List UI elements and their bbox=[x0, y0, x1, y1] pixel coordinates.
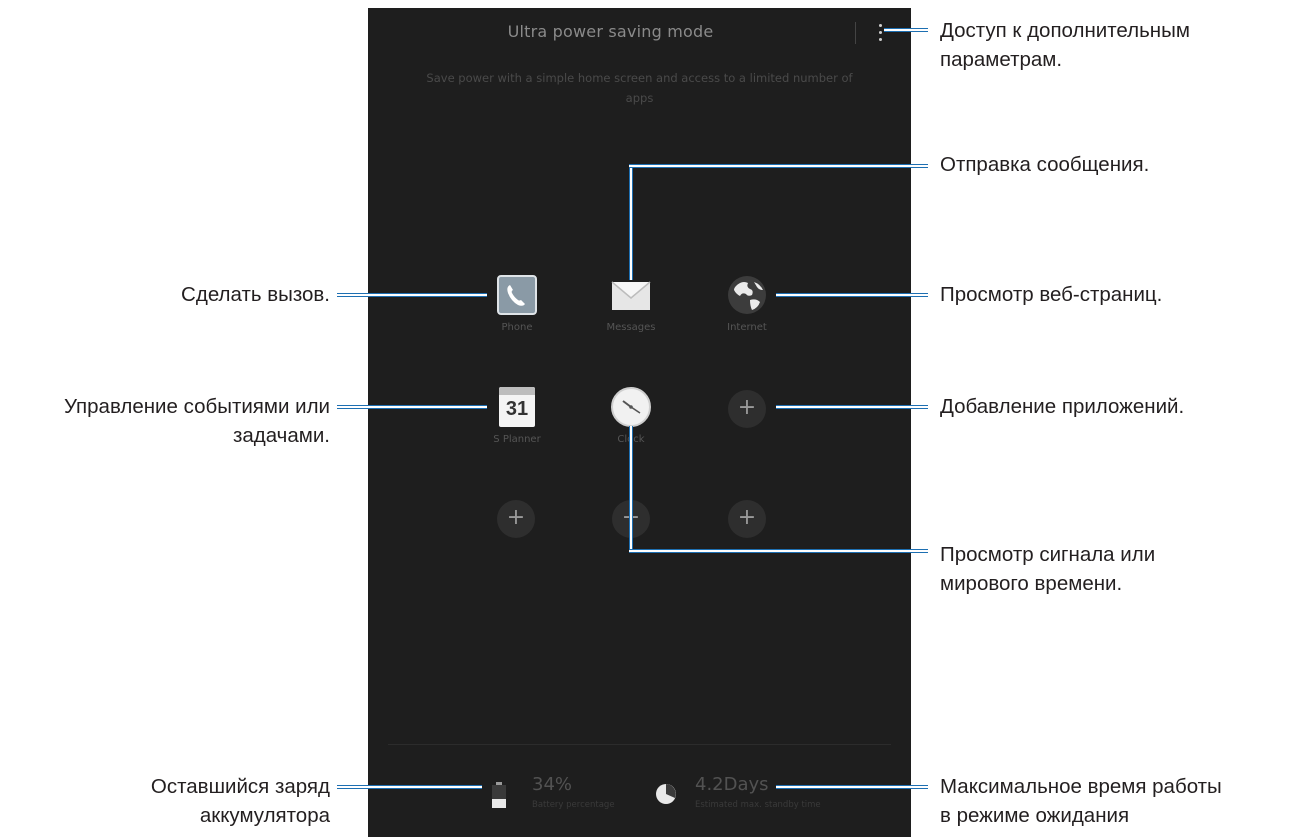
callout-make-call: Сделать вызов. bbox=[181, 283, 330, 306]
standby-pie-icon bbox=[655, 783, 677, 809]
leader-battery bbox=[337, 785, 482, 789]
callout-battery-left: Оставшийся заряд аккумулятора bbox=[0, 772, 330, 830]
callout-add-apps: Добавление приложений. bbox=[940, 395, 1185, 418]
callout-line: параметрам. bbox=[940, 48, 1063, 71]
clock-icon bbox=[610, 386, 652, 428]
app-internet[interactable]: Internet bbox=[692, 274, 802, 333]
add-app-button[interactable]: + bbox=[728, 390, 766, 428]
app-label-phone: Phone bbox=[501, 322, 533, 333]
callout-line: аккумулятора bbox=[199, 804, 330, 827]
callout-more-options: Доступ к дополнительным параметрам. bbox=[940, 16, 1190, 74]
app-label-internet: Internet bbox=[727, 322, 767, 333]
callout-manage-events: Управление событиями или задачами. bbox=[0, 392, 330, 450]
callout-line: задачами. bbox=[232, 424, 330, 447]
app-messages[interactable]: Messages bbox=[576, 274, 686, 333]
add-app-button[interactable]: + bbox=[497, 500, 535, 538]
screen-title: Ultra power saving mode bbox=[507, 22, 714, 41]
description-line-1: Save power with a simple home screen and… bbox=[426, 71, 853, 85]
app-s-planner[interactable]: 31 S Planner bbox=[462, 386, 572, 445]
leader-clock-vertical bbox=[629, 426, 633, 553]
leader-more-options bbox=[884, 28, 928, 32]
standby-time-value: 4.2Days bbox=[695, 774, 769, 795]
leader-phone bbox=[337, 293, 487, 297]
callout-line: Максимальное время работы bbox=[940, 775, 1222, 798]
callout-line: Управление событиями или bbox=[63, 395, 330, 418]
callout-line: Просмотр сигнала или bbox=[940, 543, 1156, 566]
calendar-day-text: 31 bbox=[505, 398, 529, 420]
phone-icon bbox=[496, 274, 538, 316]
callout-send-message: Отправка сообщения. bbox=[940, 153, 1150, 176]
messages-icon bbox=[610, 274, 652, 316]
ultra-power-saving-screen: Ultra power saving mode Save power with … bbox=[368, 8, 911, 837]
leader-messages-vertical bbox=[629, 164, 633, 280]
add-app-button[interactable]: + bbox=[728, 500, 766, 538]
battery-percentage-caption: Battery percentage bbox=[532, 800, 615, 810]
more-options-icon[interactable] bbox=[868, 18, 892, 48]
leader-clock-horizontal bbox=[629, 549, 928, 553]
screen-description: Save power with a simple home screen and… bbox=[368, 68, 911, 108]
callout-alarm-clock: Просмотр сигнала или мирового времени. bbox=[940, 540, 1155, 598]
callout-line: мирового времени. bbox=[940, 572, 1123, 595]
callout-browse-web: Просмотр веб-страниц. bbox=[940, 283, 1163, 306]
callout-standby-time: Максимальное время работы в режиме ожида… bbox=[940, 772, 1222, 830]
standby-time-caption: Estimated max. standby time bbox=[695, 800, 821, 810]
app-label-messages: Messages bbox=[606, 322, 656, 333]
leader-add-app bbox=[776, 405, 928, 409]
app-phone[interactable]: Phone bbox=[462, 274, 572, 333]
battery-percentage-value: 34% bbox=[532, 774, 573, 795]
globe-icon bbox=[726, 274, 768, 316]
leader-messages-horizontal bbox=[629, 164, 928, 168]
leader-standby bbox=[776, 785, 928, 789]
leader-internet bbox=[776, 293, 928, 297]
callout-line: Доступ к дополнительным bbox=[940, 19, 1190, 42]
leader-calendar bbox=[337, 405, 487, 409]
title-divider bbox=[855, 22, 856, 44]
calendar-icon: 31 bbox=[496, 386, 538, 428]
description-line-2: apps bbox=[625, 91, 654, 105]
app-label-s-planner: S Planner bbox=[493, 434, 541, 445]
bottom-separator bbox=[388, 744, 891, 745]
battery-icon bbox=[492, 782, 506, 808]
callout-line: Оставшийся заряд bbox=[150, 775, 330, 798]
callout-line: в режиме ожидания bbox=[940, 804, 1130, 827]
